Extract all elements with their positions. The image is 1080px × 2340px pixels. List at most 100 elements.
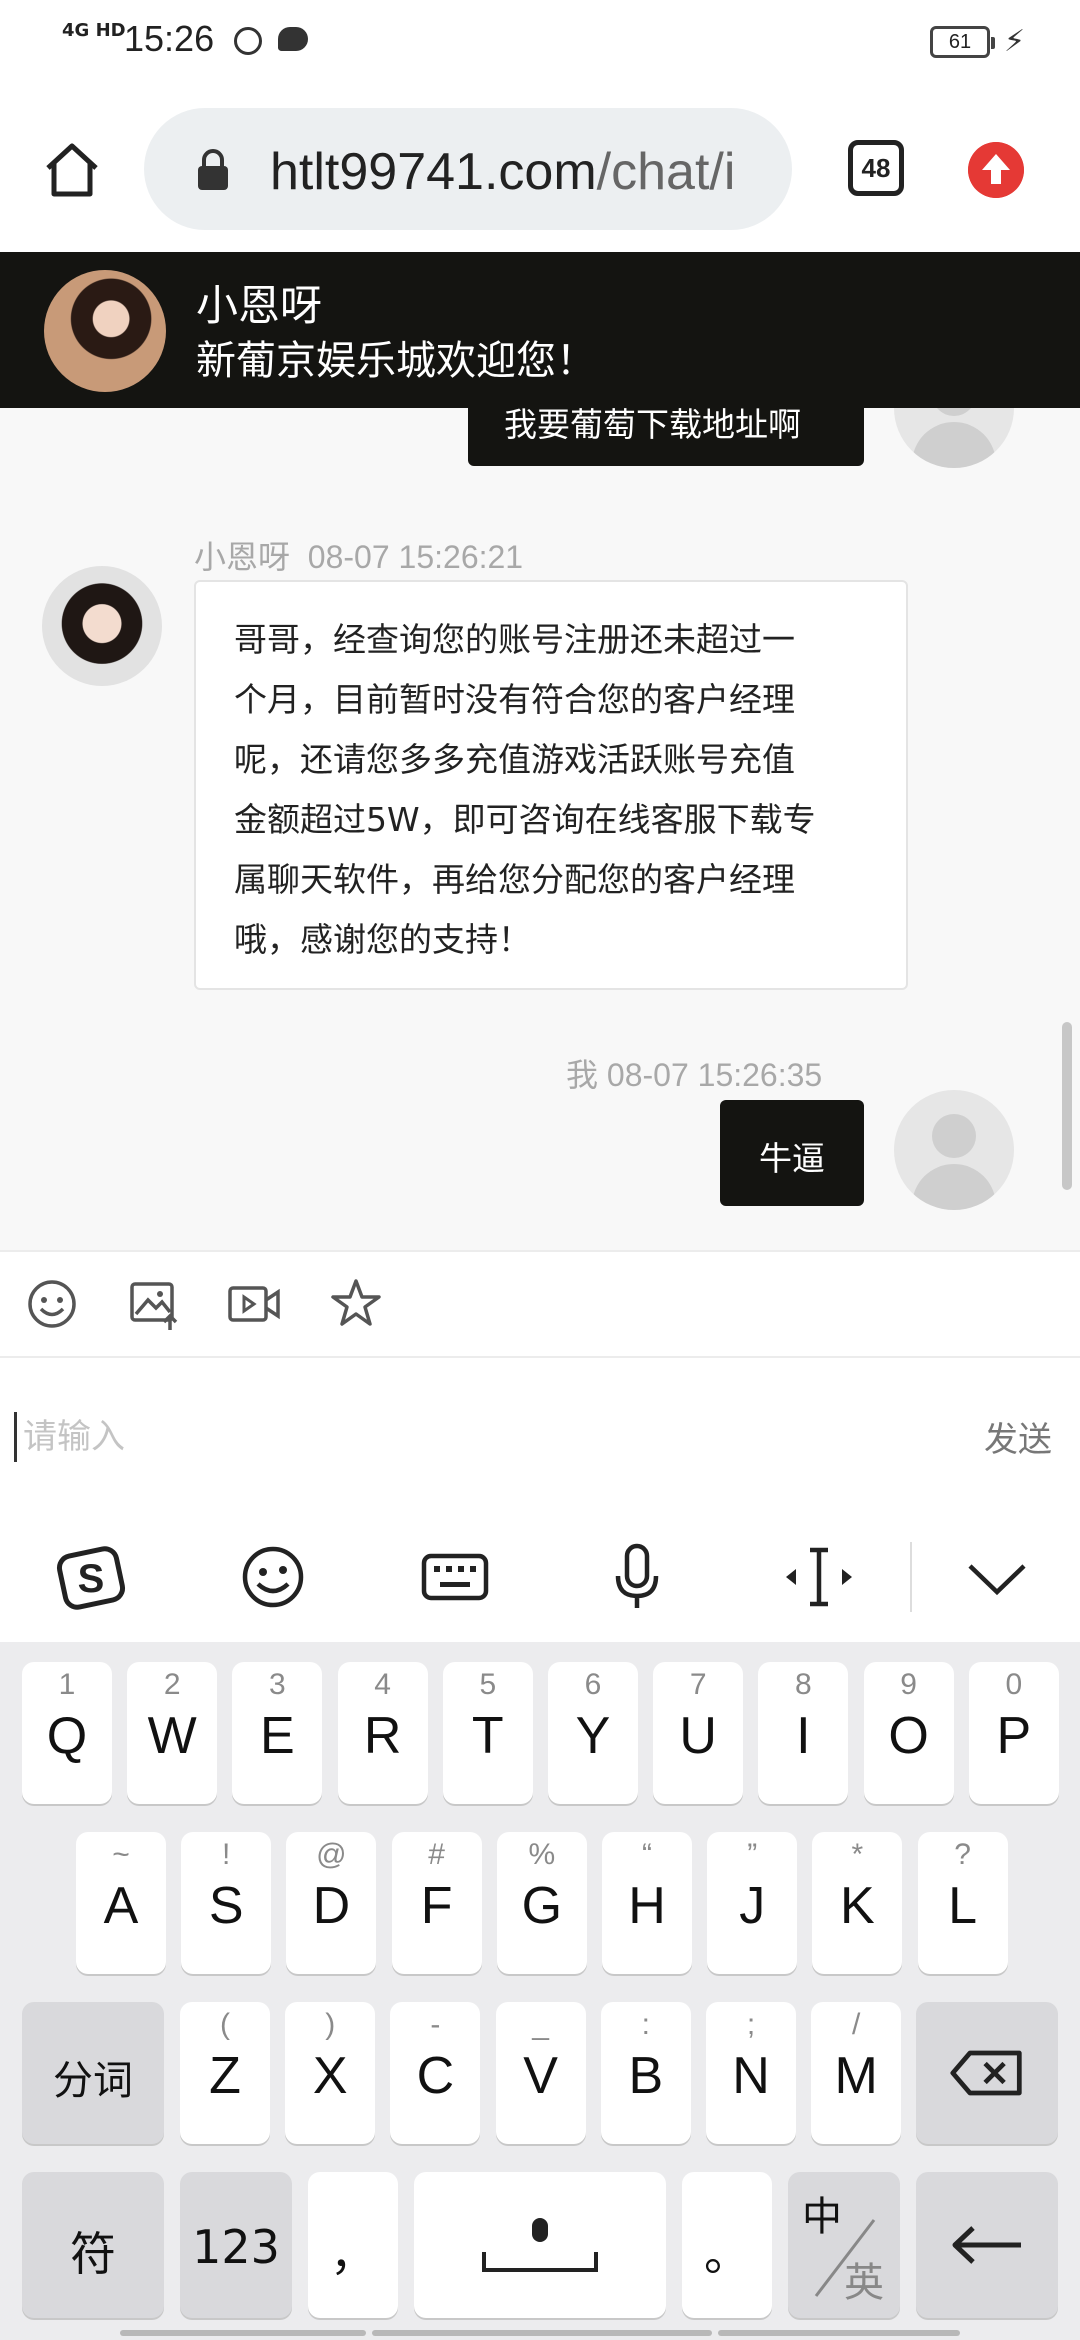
key-label: B [628, 2047, 664, 2105]
scrollbar[interactable] [1062, 1022, 1072, 1190]
status-bar: 4G HD 15:26 61 ⚡ [0, 0, 1080, 84]
space-mic-icon [482, 2218, 598, 2272]
message-input[interactable] [14, 1412, 934, 1462]
key-hint: % [528, 1838, 556, 1871]
message-line: 金额超过5W，即可咨询在线客服下载专 [234, 800, 816, 839]
language-switch-key[interactable]: 中英 [788, 2172, 900, 2318]
backspace-key[interactable] [916, 2002, 1058, 2144]
emoji-keyboard-icon[interactable] [238, 1542, 308, 1612]
key-l[interactable]: ? L [917, 1832, 1008, 1974]
key-r[interactable]: 4R [337, 1662, 428, 1804]
space-key[interactable] [414, 2172, 666, 2318]
key-o[interactable]: 9O [863, 1662, 954, 1804]
tab-switcher-button[interactable]: 48 [848, 140, 904, 196]
key-hint: 1 [58, 1668, 76, 1701]
microphone-icon[interactable] [602, 1542, 672, 1612]
key-hint: 5 [479, 1668, 497, 1701]
user-avatar [894, 408, 1014, 468]
agent-avatar [44, 270, 166, 392]
key-p[interactable]: 0P [968, 1662, 1059, 1804]
key-j[interactable]: ” J [707, 1832, 798, 1974]
key-hint: : [641, 2008, 650, 2041]
star-icon[interactable] [328, 1276, 384, 1332]
sender-name: 我 [566, 1056, 599, 1094]
period-key[interactable]: 。 [682, 2172, 772, 2318]
message-bubble-sent[interactable]: 我要葡萄下载地址啊 [468, 408, 864, 466]
key-y[interactable]: 6Y [548, 1662, 638, 1804]
key-label: W [147, 1707, 197, 1765]
key-hint: 8 [795, 1668, 812, 1701]
video-upload-icon[interactable] [226, 1276, 282, 1332]
key-d[interactable]: @ D [286, 1832, 377, 1974]
key-m[interactable]: / M [811, 2002, 902, 2144]
key-b[interactable]: :B [600, 2002, 691, 2144]
key-label: I [796, 1707, 811, 1765]
key-label: J [739, 1877, 766, 1935]
enter-key[interactable] [916, 2172, 1058, 2318]
key-hint: / [852, 2008, 861, 2041]
key-c[interactable]: -C [390, 2002, 481, 2144]
key-w[interactable]: 2W [127, 1662, 218, 1804]
key-t[interactable]: 5T [442, 1662, 533, 1804]
key-k[interactable]: * K [812, 1832, 903, 1974]
key-label: H [628, 1877, 666, 1935]
key-hint: 6 [584, 1668, 602, 1701]
collapse-keyboard-icon[interactable] [962, 1542, 1032, 1612]
key-label: E [260, 1707, 295, 1765]
message-line: 哦，感谢您的支持！ [234, 920, 531, 959]
message-text: 牛逼 [759, 1139, 825, 1178]
key-hint: “ [642, 1838, 652, 1871]
key-label: U [679, 1707, 717, 1765]
update-icon[interactable] [968, 142, 1024, 198]
key-label: R [363, 1707, 402, 1765]
key-v[interactable]: _ V [495, 2002, 586, 2144]
chat-toolbar [0, 1250, 1080, 1356]
key-i[interactable]: 8I [758, 1662, 849, 1804]
message-list[interactable]: 我要葡萄下载地址啊 小恩呀 08-07 15:26:21 哥哥，经查询您的账号注… [0, 408, 1080, 1250]
sogou-logo-icon[interactable]: S [56, 1542, 126, 1612]
home-icon[interactable] [42, 140, 102, 200]
segment-key[interactable]: 分词 [22, 2002, 164, 2144]
key-label: 分词 [53, 2058, 133, 2104]
app-notification-icon [234, 27, 262, 55]
cursor-move-icon[interactable] [784, 1542, 854, 1612]
nav-handle [718, 2330, 960, 2336]
sender-name: 小恩呀 [194, 538, 291, 576]
message-composer: 发送 [0, 1356, 1080, 1508]
message-bubble-sent[interactable]: 牛逼 [720, 1100, 864, 1206]
key-e[interactable]: 3E [232, 1662, 323, 1804]
keyboard-toolbar: S [0, 1508, 1080, 1642]
key-u[interactable]: 7U [653, 1662, 744, 1804]
key-a[interactable]: ~ A [76, 1832, 166, 1974]
key-hint: ~ [112, 1838, 130, 1871]
emoji-icon[interactable] [24, 1276, 80, 1332]
welcome-text: 新葡京娱乐城欢迎您！ [196, 338, 596, 384]
key-h[interactable]: “H [602, 1832, 692, 1974]
key-hint: ” [747, 1838, 758, 1871]
comma-key[interactable]: ， [308, 2172, 398, 2318]
message-notification-icon [278, 27, 308, 51]
key-hint: 3 [269, 1668, 286, 1701]
user-avatar [894, 1090, 1014, 1210]
key-z[interactable]: (Z [180, 2002, 270, 2144]
key-label: C [416, 2047, 455, 2105]
key-hint: - [430, 2008, 441, 2041]
key-q[interactable]: 1Q [22, 1662, 112, 1804]
key-hint: 7 [689, 1668, 707, 1701]
key-f[interactable]: # F [391, 1832, 482, 1974]
numbers-key[interactable]: 123 [180, 2172, 292, 2318]
key-label: 。 [704, 2227, 750, 2281]
send-button[interactable]: 发送 [984, 1412, 1052, 1461]
key-hint: ? [954, 1838, 971, 1871]
key-n[interactable]: ; N [706, 2002, 796, 2144]
key-s[interactable]: ! S [181, 1832, 272, 1974]
address-bar[interactable]: htlt99741.com/chat/i [144, 108, 792, 230]
charging-icon: ⚡ [1004, 24, 1026, 59]
key-g[interactable]: % G [496, 1832, 587, 1974]
message-bubble-received[interactable]: 哥哥，经查询您的账号注册还未超过一 个月，目前暂时没有符合您的客户经理 呢，还请… [194, 580, 908, 990]
symbols-key[interactable]: 符 [22, 2172, 164, 2318]
keyboard-layout-icon[interactable] [420, 1542, 490, 1612]
image-upload-icon[interactable] [126, 1276, 182, 1332]
key-x[interactable]: ) X [285, 2002, 376, 2144]
lang-divider [814, 2219, 876, 2297]
